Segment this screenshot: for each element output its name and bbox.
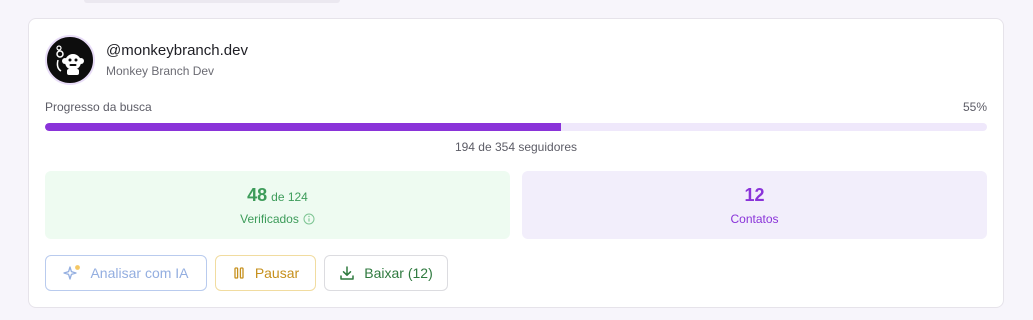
download-icon xyxy=(340,266,355,280)
sparkles-icon xyxy=(63,265,81,280)
pause-icon xyxy=(234,267,244,279)
progress-count: 194 de 354 seguidores xyxy=(454,140,578,154)
contacts-stat: 12 Contatos xyxy=(522,171,987,239)
contacts-count: 12 xyxy=(744,184,765,205)
progress-percent: 55% xyxy=(962,100,987,114)
pause-button[interactable]: Pausar xyxy=(215,255,316,291)
top-tab-indicator xyxy=(84,0,340,3)
verified-count: 48 xyxy=(247,184,268,205)
verified-label: Verificados xyxy=(240,211,299,226)
info-icon[interactable] xyxy=(303,213,315,225)
progress-fill xyxy=(45,123,562,131)
profile-header: @monkeybranch.dev Monkey Branch Dev xyxy=(45,35,248,85)
pause-label: Pausar xyxy=(254,265,300,281)
verified-total: de 124 xyxy=(271,189,308,204)
avatar xyxy=(45,35,95,85)
profile-handle: @monkeybranch.dev xyxy=(106,42,248,59)
download-button[interactable]: Baixar (12) xyxy=(324,255,448,291)
profile-display-name: Monkey Branch Dev xyxy=(106,64,215,78)
progress-label: Progresso da busca xyxy=(45,100,152,114)
verified-stat: 48 de 124 Verificados xyxy=(45,171,510,239)
monkey-logo-icon xyxy=(56,45,84,75)
analyze-ai-button[interactable]: Analisar com IA xyxy=(45,255,207,291)
analyze-ai-label: Analisar com IA xyxy=(90,265,189,281)
follower-scan-card: @monkeybranch.dev Monkey Branch Dev Prog… xyxy=(28,18,1004,308)
progress-track xyxy=(45,123,987,131)
contacts-label: Contatos xyxy=(730,211,779,226)
download-label: Baixar (12) xyxy=(364,265,433,281)
